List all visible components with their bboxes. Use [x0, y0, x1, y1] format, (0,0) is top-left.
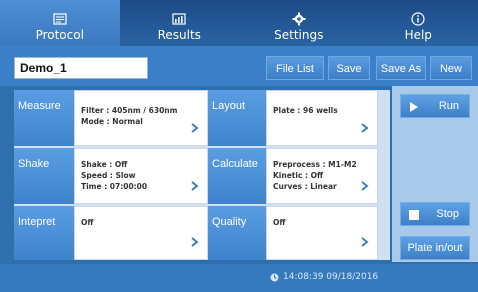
protocol-name-input[interactable]: [14, 57, 148, 79]
quality-label: Quality: [208, 206, 268, 260]
layout-cell[interactable]: Plate : 96 wells: [266, 90, 378, 146]
shake-label: Shake: [14, 148, 74, 204]
save-button[interactable]: Save: [328, 56, 370, 80]
protocol-icon: [52, 12, 68, 26]
shake-time: Time : 07:00:00: [81, 182, 148, 191]
measure-cell[interactable]: Filter : 405nm / 630nm Mode : Normal: [74, 90, 208, 146]
calculate-kinetic: Kinetic : Off: [273, 171, 324, 180]
chevron-right-icon: [361, 237, 369, 247]
info-icon: [410, 12, 426, 26]
save-as-button[interactable]: Save As: [376, 56, 426, 80]
stop-icon: [409, 210, 419, 220]
top-nav: Protocol Results Settings Help: [0, 0, 478, 46]
shake-shake: Shake : Off: [81, 160, 128, 169]
calculate-cell[interactable]: Preprocess : M1-M2 Kinetic : Off Curves …: [266, 148, 378, 204]
intepret-cell[interactable]: Off: [74, 206, 208, 260]
stop-label: Stop: [436, 208, 459, 220]
shake-cell[interactable]: Shake : Off Speed : Slow Time : 07:00:00: [74, 148, 208, 204]
calculate-curves: Curves : Linear: [273, 182, 337, 191]
shake-speed: Speed : Slow: [81, 171, 136, 180]
clock-icon: [270, 273, 279, 281]
plate-in-out-button[interactable]: Plate in/out: [400, 236, 470, 260]
quality-cell[interactable]: Off: [266, 206, 378, 260]
status-bar: [0, 264, 478, 292]
status-datetime: 14:08:39 09/18/2016: [270, 272, 378, 282]
tab-results[interactable]: Results: [120, 0, 240, 46]
gear-icon: [291, 12, 307, 26]
run-button[interactable]: Run: [400, 94, 470, 118]
datetime-text: 14:08:39 09/18/2016: [283, 272, 379, 282]
results-icon: [171, 12, 187, 26]
new-button[interactable]: New: [430, 56, 472, 80]
layout-label: Layout: [208, 90, 268, 146]
chevron-right-icon: [361, 123, 369, 133]
tab-settings-label: Settings: [274, 28, 324, 42]
chevron-right-icon: [191, 237, 199, 247]
tab-help-label: Help: [404, 28, 432, 42]
measure-filter: Filter : 405nm / 630nm: [81, 106, 178, 115]
measure-mode: Mode : Normal: [81, 117, 143, 126]
intepret-label: Intepret: [14, 206, 74, 260]
tab-protocol-label: Protocol: [35, 28, 84, 42]
layout-plate: Plate : 96 wells: [273, 106, 338, 115]
calculate-preprocess: Preprocess : M1-M2: [273, 160, 357, 169]
tab-protocol[interactable]: Protocol: [0, 0, 120, 46]
quality-value: Off: [273, 218, 286, 227]
run-label: Run: [438, 100, 459, 112]
chevron-right-icon: [361, 181, 369, 191]
tab-help[interactable]: Help: [359, 0, 478, 46]
play-icon: [410, 102, 418, 112]
measure-label: Measure: [14, 90, 74, 146]
stop-button[interactable]: Stop: [400, 202, 470, 226]
intepret-value: Off: [81, 218, 94, 227]
chevron-right-icon: [191, 181, 199, 191]
tab-results-label: Results: [157, 28, 201, 42]
tab-settings[interactable]: Settings: [239, 0, 359, 46]
file-list-button[interactable]: File List: [266, 56, 324, 80]
calculate-label: Calculate: [208, 148, 268, 204]
chevron-right-icon: [191, 123, 199, 133]
